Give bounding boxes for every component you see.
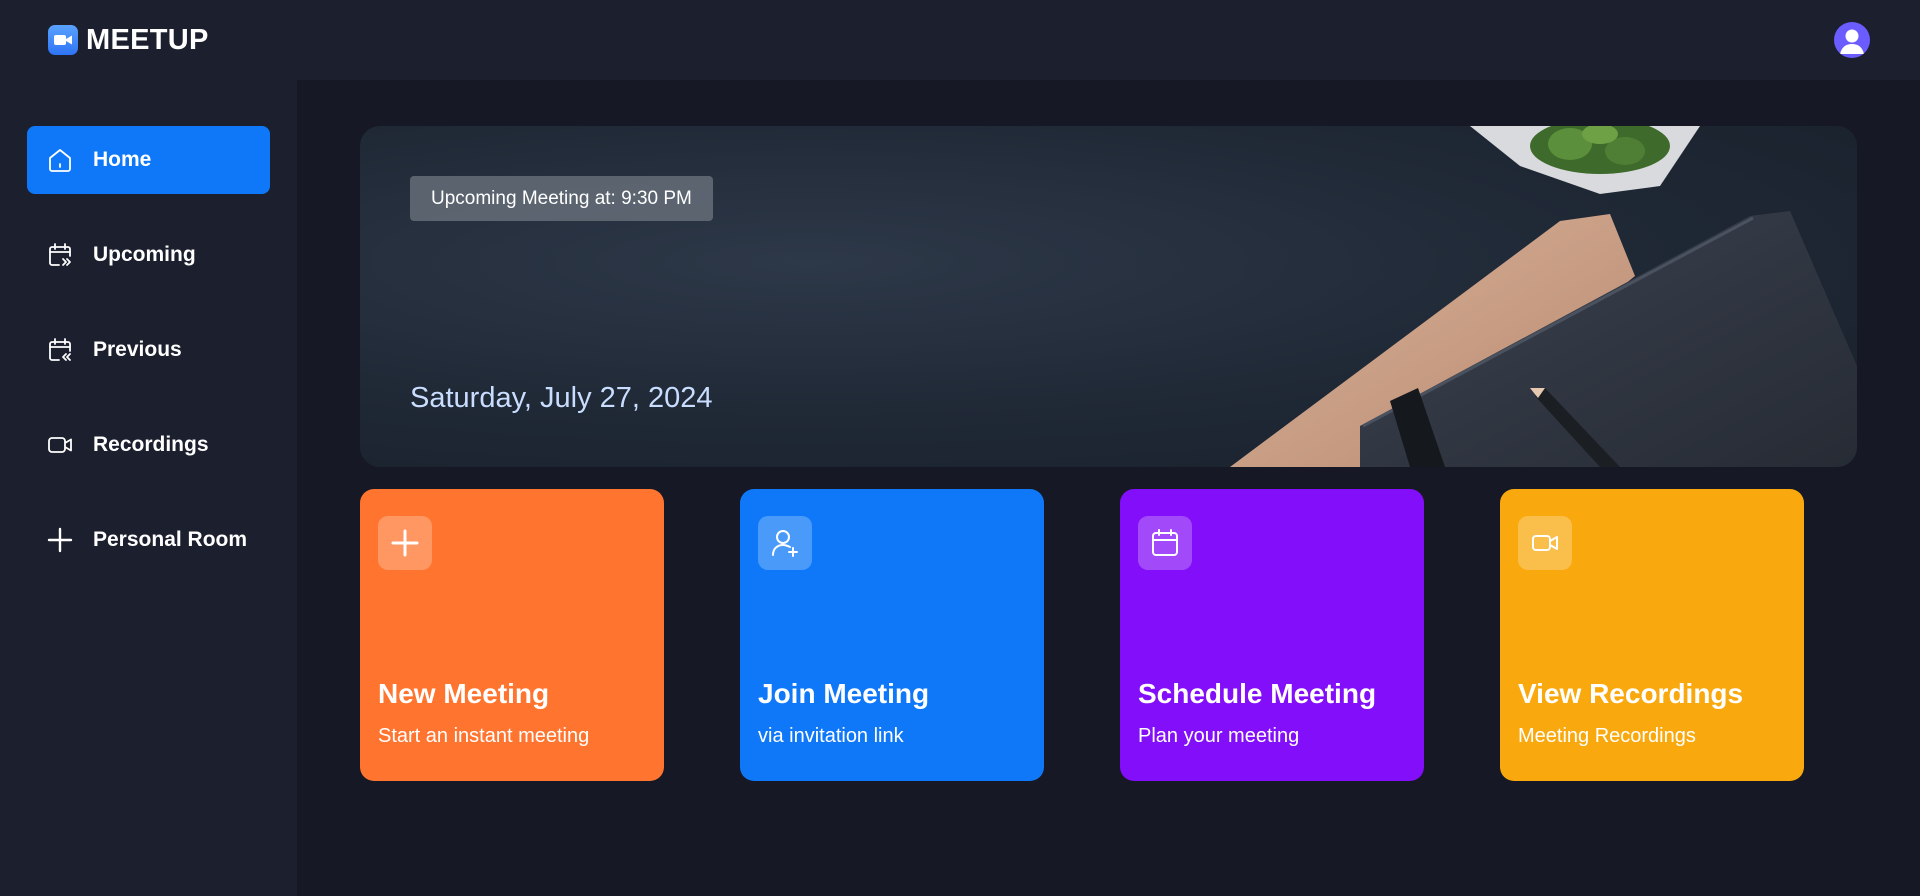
upcoming-meeting-badge: Upcoming Meeting at: 9:30 PM — [410, 176, 713, 221]
sidebar-item-upcoming[interactable]: Upcoming — [27, 221, 270, 289]
card-subtitle: Plan your meeting — [1138, 725, 1300, 747]
plus-icon — [45, 525, 75, 555]
brand-link[interactable]: MEETUP — [48, 24, 209, 57]
calendar-icon — [1138, 516, 1192, 570]
card-title: New Meeting — [378, 678, 550, 709]
user-avatar[interactable] — [1834, 22, 1870, 58]
sidebar-item-personal-room[interactable]: Personal Room — [27, 506, 270, 574]
join-meeting-card[interactable]: Join Meeting via invitation link — [740, 489, 1044, 781]
sidebar-item-label: Home — [93, 148, 152, 171]
sidebar-item-label: Personal Room — [93, 528, 248, 551]
sidebar: Home Upcoming Previous Recordings Person… — [0, 80, 297, 896]
user-icon — [1840, 29, 1864, 54]
new-meeting-card[interactable]: New Meeting Start an instant meeting — [360, 489, 664, 781]
current-date: Saturday, July 27, 2024 — [410, 382, 713, 414]
add-user-icon — [758, 516, 812, 570]
calendar-upcoming-icon — [45, 240, 75, 270]
card-title: View Recordings — [1518, 678, 1744, 709]
hero-banner: Upcoming Meeting at: 9:30 PM Saturday, J… — [360, 126, 1857, 467]
card-title: Join Meeting — [758, 678, 930, 709]
schedule-meeting-card[interactable]: Schedule Meeting Plan your meeting — [1120, 489, 1424, 781]
video-icon — [1518, 516, 1572, 570]
card-subtitle: Start an instant meeting — [378, 725, 590, 747]
sidebar-item-label: Recordings — [93, 433, 209, 456]
sidebar-item-recordings[interactable]: Recordings — [27, 411, 270, 479]
calendar-previous-icon — [45, 335, 75, 365]
app-name: MEETUP — [86, 23, 209, 56]
card-title: Schedule Meeting — [1138, 678, 1377, 709]
plus-icon — [378, 516, 432, 570]
sidebar-item-label: Previous — [93, 338, 182, 361]
sidebar-item-label: Upcoming — [93, 243, 196, 266]
sidebar-item-home[interactable]: Home — [27, 126, 270, 194]
top-navbar: MEETUP — [0, 0, 1920, 80]
card-subtitle: Meeting Recordings — [1518, 725, 1696, 747]
video-icon — [45, 430, 75, 460]
home-icon — [45, 145, 75, 175]
card-subtitle: via invitation link — [758, 725, 904, 747]
sidebar-item-previous[interactable]: Previous — [27, 316, 270, 384]
view-recordings-card[interactable]: View Recordings Meeting Recordings — [1500, 489, 1804, 781]
logo-icon — [48, 25, 78, 55]
